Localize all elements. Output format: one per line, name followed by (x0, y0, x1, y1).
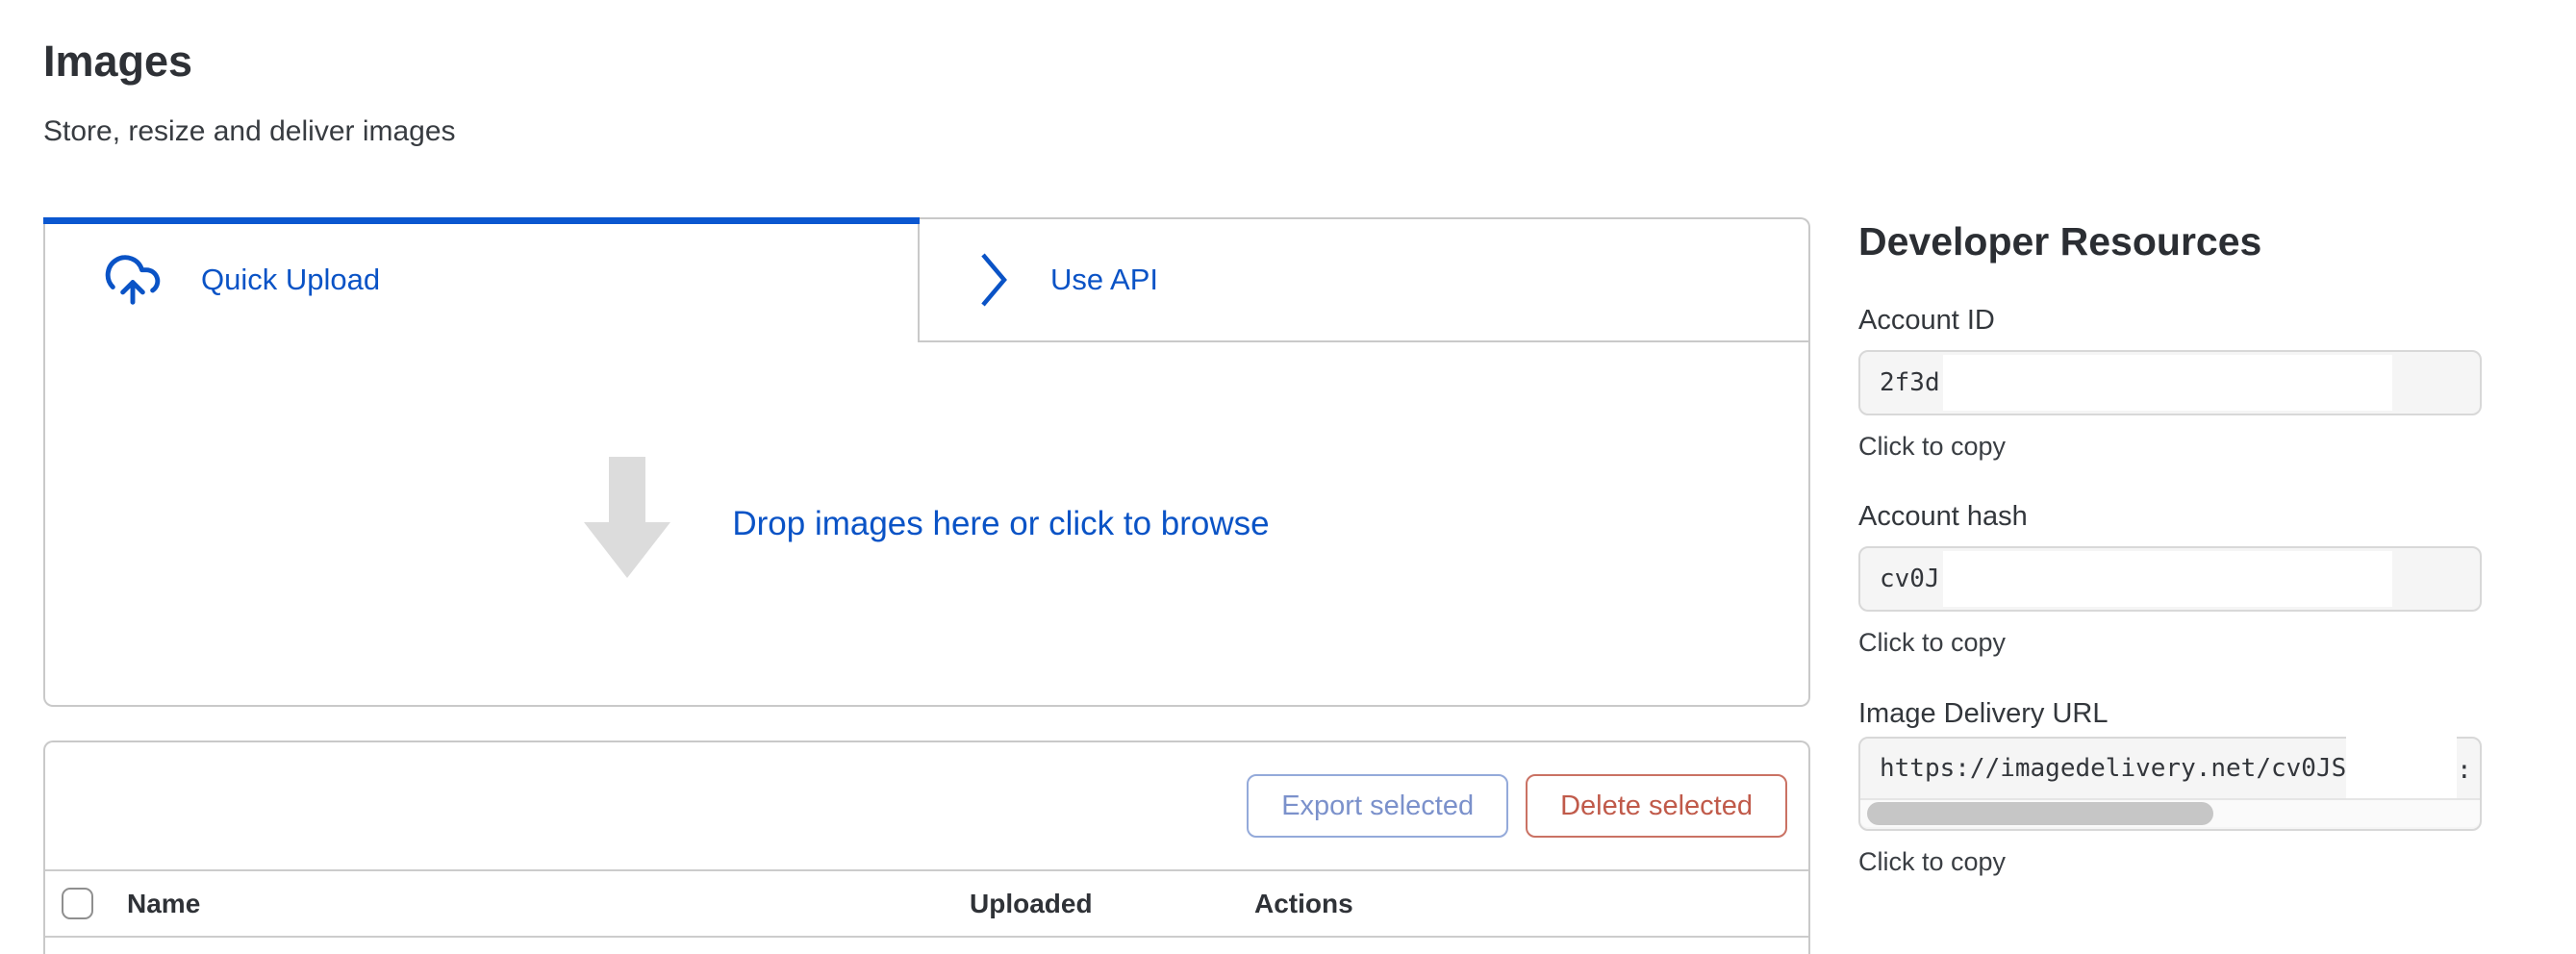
account-hash-click-to-copy: Click to copy (1858, 627, 2482, 659)
image-delivery-url-field[interactable]: https://imagedelivery.net/cv0JS : (1858, 737, 2482, 831)
image-delivery-url-value: https://imagedelivery.net/cv0JS (1880, 754, 2346, 783)
account-id-value: 2f3d (1880, 368, 1940, 397)
arrow-down-icon (584, 457, 670, 578)
tab-quick-upload[interactable]: Quick Upload (43, 217, 920, 342)
cloud-upload-icon (101, 250, 164, 310)
page-subtitle: Store, resize and deliver images (43, 115, 456, 148)
scrollbar-thumb[interactable] (1867, 802, 2213, 825)
list-toolbar: Export selected Delete selected (45, 742, 1808, 871)
image-list-card: Export selected Delete selected Name Upl… (43, 741, 1810, 954)
account-id-label: Account ID (1858, 303, 2482, 338)
column-header-name: Name (127, 889, 970, 919)
drop-zone[interactable]: Drop images here or click to browse (43, 342, 1810, 707)
images-page: Images Store, resize and deliver images … (0, 0, 2576, 954)
column-header-uploaded: Uploaded (970, 889, 1254, 919)
tab-use-api-label: Use API (1050, 263, 1158, 297)
delete-selected-button[interactable]: Delete selected (1526, 774, 1787, 838)
developer-resources-heading: Developer Resources (1858, 219, 2482, 264)
select-all-checkbox[interactable] (62, 888, 93, 919)
developer-resources-panel: Developer Resources Account ID 2f3d Clic… (1858, 0, 2482, 878)
redaction-overlay (1943, 355, 2392, 411)
image-delivery-url-click-to-copy: Click to copy (1858, 846, 2482, 878)
page-title: Images (43, 37, 192, 87)
account-hash-label: Account hash (1858, 499, 2482, 534)
tab-row: Quick Upload Use API (43, 217, 1810, 342)
column-header-actions: Actions (1254, 889, 1353, 919)
export-selected-button[interactable]: Export selected (1247, 774, 1508, 838)
redaction-overlay (1943, 551, 2392, 607)
image-delivery-url-fragment: : (2457, 756, 2472, 785)
account-hash-field[interactable]: cv0J (1858, 546, 2482, 612)
chevron-right-icon (979, 249, 1008, 311)
tab-quick-upload-label: Quick Upload (201, 263, 380, 297)
upload-card: Quick Upload Use API Drop images here or… (43, 217, 1810, 707)
drop-zone-label: Drop images here or click to browse (732, 505, 1269, 543)
account-id-click-to-copy: Click to copy (1858, 431, 2482, 463)
account-id-field[interactable]: 2f3d (1858, 350, 2482, 415)
account-hash-value: cv0J (1880, 565, 1940, 593)
table-header-row: Name Uploaded Actions (45, 871, 1808, 938)
tab-use-api[interactable]: Use API (920, 217, 1810, 342)
horizontal-scrollbar[interactable] (1860, 798, 2480, 827)
